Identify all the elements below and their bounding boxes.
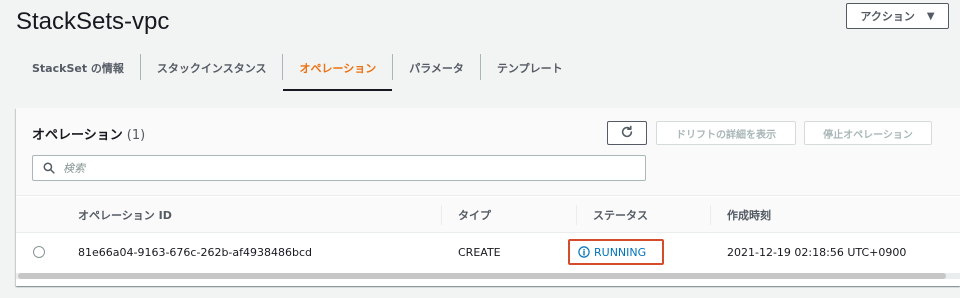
- search-field[interactable]: [32, 155, 646, 181]
- operations-panel: オペレーション(1) ドリフトの詳細を表示 停止オペレーション オペレーショ: [16, 108, 960, 286]
- panel-title-text: オペレーション: [32, 128, 123, 143]
- panel-header: オペレーション (1) ドリフトの詳細を表示 停止オペレーション: [16, 108, 960, 196]
- column-header-status[interactable]: ステータス: [593, 197, 648, 233]
- column-header-created-time[interactable]: 作成時刻: [727, 197, 771, 233]
- table-header: オペレーション ID タイプ ステータス 作成時刻: [16, 197, 960, 233]
- refresh-icon: [620, 124, 634, 143]
- status-badge: RUNNING: [568, 239, 664, 265]
- column-header-type[interactable]: タイプ: [458, 197, 491, 233]
- search-icon: [43, 159, 55, 178]
- view-drift-details-button[interactable]: ドリフトの詳細を表示: [656, 121, 796, 145]
- refresh-button[interactable]: [607, 121, 647, 145]
- tab-bar: StackSet の情報 スタックインスタンス オペレーション パラメータ テン…: [16, 50, 579, 91]
- column-divider: [576, 205, 577, 225]
- search-input[interactable]: [63, 161, 623, 175]
- info-circle-icon: [578, 246, 590, 258]
- cell-created-time: 2021-12-19 02:18:56 UTC+0900: [727, 245, 907, 259]
- column-divider: [710, 205, 711, 225]
- cell-type: CREATE: [458, 245, 501, 259]
- column-header-operation-id[interactable]: オペレーション ID: [78, 197, 172, 233]
- tab-template[interactable]: テンプレート: [481, 50, 579, 90]
- actions-dropdown-button[interactable]: アクション ▼: [846, 3, 949, 29]
- status-text: RUNNING: [594, 245, 647, 259]
- horizontal-scrollbar[interactable]: [16, 273, 960, 279]
- panel-count: (1): [126, 128, 146, 143]
- panel-title: オペレーション (1): [32, 124, 145, 143]
- row-select-cell: [33, 234, 45, 270]
- tab-operations[interactable]: オペレーション: [283, 50, 393, 91]
- cell-operation-id: 81e66a04-9163-676c-262b-af4938486bcd: [78, 245, 313, 259]
- page-title: StackSets-vpc: [16, 8, 170, 35]
- caret-down-icon: ▼: [926, 10, 935, 22]
- row-radio-button[interactable]: [33, 246, 45, 258]
- stop-operation-button[interactable]: 停止オペレーション: [804, 121, 932, 145]
- tab-stackset-info[interactable]: StackSet の情報: [16, 50, 140, 90]
- tab-stack-instances[interactable]: スタックインスタンス: [141, 50, 283, 90]
- table-row[interactable]: 81e66a04-9163-676c-262b-af4938486bcd CRE…: [16, 234, 960, 270]
- scrollbar-thumb[interactable]: [18, 273, 946, 279]
- column-divider: [441, 205, 442, 225]
- tab-parameters[interactable]: パラメータ: [393, 50, 480, 90]
- actions-button-label: アクション: [860, 10, 915, 23]
